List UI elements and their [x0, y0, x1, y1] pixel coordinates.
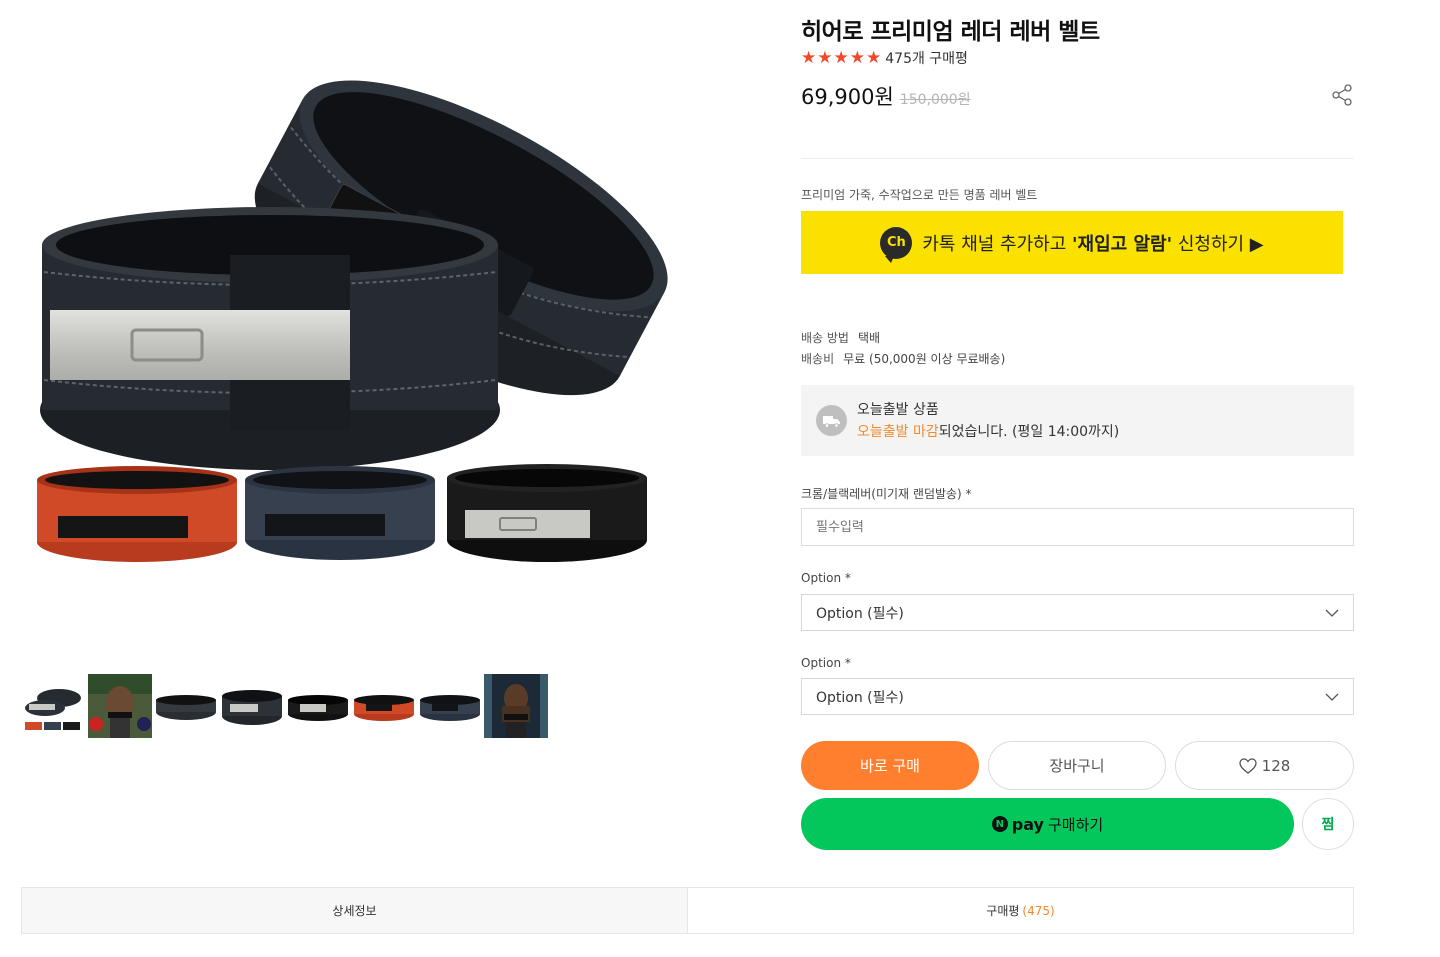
tab-reviews-count: (475): [1022, 903, 1055, 918]
npay-wishlist-button[interactable]: 찜: [1302, 798, 1354, 850]
thumbnail-6[interactable]: [352, 674, 416, 738]
star-icon: ★: [833, 47, 849, 68]
shipping-fee: 배송비 무료 (50,000원 이상 무료배송): [801, 350, 1005, 367]
kakao-text-strong: '재입고 알람': [1072, 233, 1173, 255]
option1-label: Option *: [801, 571, 851, 585]
lever-color-label: 크롬/블랙레버(미기재 랜덤발송) *: [801, 487, 972, 501]
today-shipping-highlight: 오늘출발 마감: [857, 423, 939, 440]
thumbnail-3[interactable]: [154, 674, 218, 738]
thumbnail-4[interactable]: [220, 674, 284, 738]
option2-label: Option *: [801, 656, 851, 670]
like-button[interactable]: 128: [1175, 741, 1354, 790]
option2-select[interactable]: Option (필수): [801, 678, 1354, 715]
shipping-fee-value: 무료 (50,000원 이상 무료배송): [843, 352, 1006, 366]
review-count[interactable]: 475개 구매평: [885, 48, 968, 68]
today-shipping-rest: 되었습니다. (평일 14:00까지): [938, 423, 1120, 440]
original-price: 150,000원: [899, 92, 971, 108]
chevron-down-icon: [1325, 693, 1339, 701]
star-icon: ★: [849, 47, 865, 68]
option1-value: Option (필수): [816, 605, 904, 622]
sale-price: 69,900원: [801, 85, 894, 109]
main-product-image: [20, 40, 680, 600]
tab-reviews[interactable]: 구매평 (475): [688, 888, 1353, 933]
npay-logo-icon: N: [991, 816, 1008, 832]
shipping-method: 배송 방법 택배: [801, 329, 880, 346]
lever-color-input[interactable]: [801, 508, 1354, 546]
divider: [801, 158, 1354, 159]
thumbnail-5[interactable]: [286, 674, 350, 738]
tab-detail-info-label: 상세정보: [332, 904, 377, 918]
thumbnail-8[interactable]: [484, 674, 548, 738]
price-row: 69,900원 150,000원: [801, 81, 971, 111]
share-icon[interactable]: [1330, 83, 1354, 107]
tab-detail-info[interactable]: 상세정보: [22, 888, 688, 933]
kakao-banner-text: 카톡 채널 추가하고 '재입고 알람' 신청하기 ▶: [922, 230, 1263, 256]
truck-icon: [816, 405, 847, 436]
today-shipping-box: 오늘출발 상품 오늘출발 마감되었습니다. (평일 14:00까지): [801, 385, 1354, 456]
option2-value: Option (필수): [816, 689, 904, 706]
star-icon: ★: [866, 47, 882, 68]
npay-word: pay: [1011, 814, 1044, 834]
kakao-restock-alert-banner[interactable]: Ch 카톡 채널 추가하고 '재입고 알람' 신청하기 ▶: [801, 211, 1343, 274]
option1-select[interactable]: Option (필수): [801, 594, 1354, 631]
star-icon: ★: [817, 47, 833, 68]
today-shipping-title: 오늘출발 상품: [857, 401, 939, 418]
chevron-down-icon: [1325, 609, 1339, 617]
detail-tabs: 상세정보 구매평 (475): [21, 887, 1354, 934]
like-count: 128: [1261, 756, 1291, 775]
kakao-channel-icon: Ch: [880, 226, 913, 263]
shipping-fee-label: 배송비: [801, 352, 835, 366]
shipping-method-value: 택배: [857, 331, 881, 345]
npay-buy-button[interactable]: N pay 구매하기: [801, 798, 1294, 850]
today-shipping-text: 오늘출발 상품 오늘출발 마감되었습니다. (평일 14:00까지): [857, 399, 1119, 443]
thumbnail-2[interactable]: [88, 674, 152, 738]
thumbnail-7[interactable]: [418, 674, 482, 738]
rating-summary[interactable]: ★ ★ ★ ★ ★ 475개 구매평: [801, 48, 968, 68]
today-shipping-status: 오늘출발 마감되었습니다. (평일 14:00까지): [857, 421, 1119, 443]
shipping-method-label: 배송 방법: [801, 331, 849, 345]
product-tagline: 프리미엄 가죽, 수작업으로 만든 명품 레버 벨트: [801, 188, 1038, 202]
npay-text: 구매하기: [1047, 815, 1104, 834]
thumbnail-1[interactable]: [21, 674, 85, 738]
buy-now-button[interactable]: 바로 구매: [801, 741, 979, 790]
tab-reviews-label: 구매평: [986, 904, 1020, 918]
product-title: 히어로 프리미엄 레더 레버 벨트: [801, 19, 1100, 45]
kakao-text-suffix: 신청하기 ▶: [1172, 233, 1264, 255]
kakao-text-prefix: 카톡 채널 추가하고: [922, 233, 1073, 255]
add-to-cart-button[interactable]: 장바구니: [988, 741, 1166, 790]
heart-icon: [1239, 757, 1257, 774]
rating-stars: ★ ★ ★ ★ ★: [801, 47, 882, 68]
star-icon: ★: [801, 47, 817, 68]
